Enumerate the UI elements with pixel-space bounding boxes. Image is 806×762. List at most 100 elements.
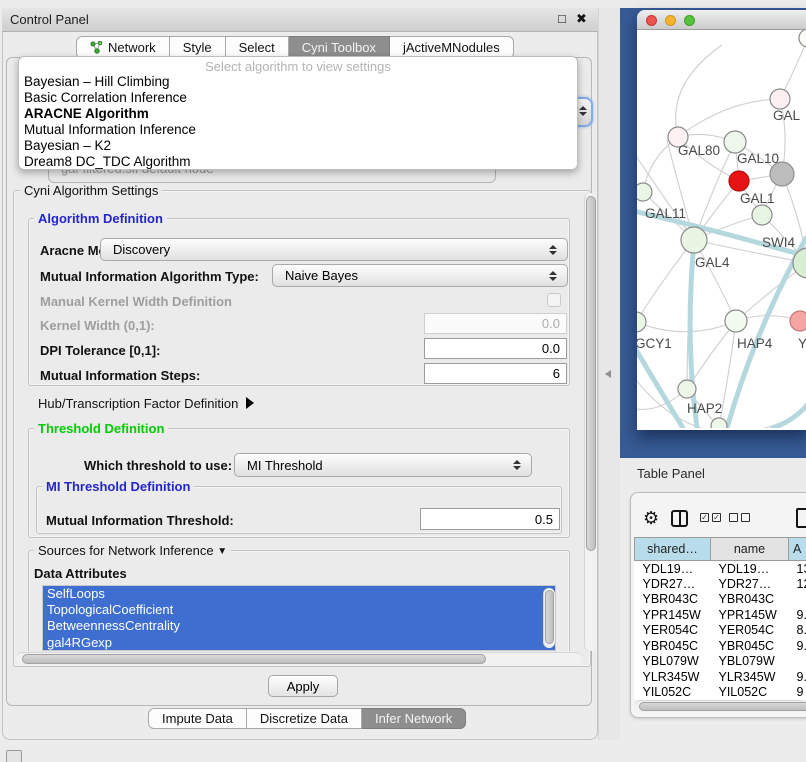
settings-vscroll-thumb[interactable] — [586, 196, 596, 551]
mi-type-value: Naive Bayes — [273, 268, 545, 283]
table-row[interactable]: YER054C YER054C 8. — [635, 623, 806, 639]
table-row[interactable]: YBR045C YBR045C 9. — [635, 638, 806, 654]
node-label: Y — [798, 336, 806, 351]
attribute-item[interactable]: gal4RGexp — [43, 635, 555, 651]
tab-discretize-data[interactable]: Discretize Data — [247, 708, 362, 729]
kernel-width-value: 0.0 — [542, 316, 560, 331]
node-label: HAP4 — [737, 336, 773, 351]
attributes-list-scrollbar[interactable] — [543, 588, 555, 648]
aracne-mode-combobox[interactable]: Discovery — [100, 238, 568, 261]
gear-icon[interactable]: ⚙ — [643, 508, 659, 528]
algorithm-option[interactable]: Bayesian – Hill Climbing — [19, 74, 577, 90]
algorithm-dropdown-popup: Select algorithm to view settings Bayesi… — [18, 56, 578, 170]
hub-definition-toggle[interactable]: Hub/Transcription Factor Definition — [38, 395, 254, 411]
cell: YBR043C — [635, 592, 711, 608]
node-gal11[interactable] — [637, 183, 652, 201]
float-window-icon[interactable]: □ — [558, 11, 566, 27]
algorithm-option[interactable]: Mutual Information Inference — [19, 122, 577, 138]
table-row[interactable]: YDL19… YDL19… 13 — [635, 561, 806, 577]
checked-box-icon: ✓ — [700, 513, 709, 522]
settings-hscroll-thumb[interactable] — [22, 654, 486, 664]
dpi-tolerance-field[interactable]: 0.0 — [424, 338, 567, 359]
close-window-icon[interactable]: ✖ — [576, 11, 587, 27]
network-canvas[interactable]: GAL GAL80 GAL10 GAL1 GAL11 SWI4 GAL4 GCY… — [637, 30, 806, 428]
attribute-item[interactable]: SelfLoops — [43, 586, 555, 602]
algorithm-option[interactable]: Bayesian – K2 — [19, 138, 577, 154]
network-window-titlebar[interactable] — [637, 10, 806, 30]
table-row[interactable]: YBL079W YBL079W — [635, 654, 806, 670]
cell: 8. — [789, 623, 806, 639]
settings-horizontal-scrollbar[interactable] — [16, 652, 582, 665]
sources-title-label: Sources for Network Inference — [38, 543, 214, 558]
tab-infer-network[interactable]: Infer Network — [362, 708, 466, 729]
table-row[interactable]: YLR345W YLR345W 9. — [635, 669, 806, 685]
mi-steps-value: 6 — [553, 366, 560, 381]
columns-icon[interactable] — [671, 510, 688, 527]
algorithm-popup-placeholder: Select algorithm to view settings — [19, 59, 577, 74]
attribute-item[interactable]: TopologicalCoefficient — [43, 602, 555, 618]
node-gal-partial[interactable] — [770, 89, 790, 109]
deselect-all-checks-icon[interactable] — [729, 513, 750, 522]
node-hap2[interactable] — [678, 380, 696, 398]
settings-vertical-scrollbar[interactable] — [584, 193, 597, 651]
minimize-traffic-light[interactable] — [665, 15, 676, 26]
table-row[interactable]: YPR145W YPR145W 9. — [635, 607, 806, 623]
close-traffic-light[interactable] — [646, 15, 657, 26]
aracne-mode-value: Discovery — [101, 242, 545, 257]
control-panel-title: Control Panel — [10, 12, 89, 27]
node[interactable] — [799, 30, 806, 47]
table-row[interactable]: YDR27… YDR27… 12 — [635, 576, 806, 592]
node-label: GAL10 — [737, 151, 779, 166]
which-threshold-combobox[interactable]: MI Threshold — [234, 453, 532, 477]
node-selected-red[interactable] — [729, 171, 749, 191]
manual-kernel-checkbox[interactable] — [547, 293, 561, 307]
which-threshold-label: Which threshold to use: — [84, 458, 232, 473]
algorithm-option-selected[interactable]: ARACNE Algorithm — [19, 106, 577, 122]
table-row[interactable]: YIL052C YIL052C 9 — [635, 685, 806, 701]
attribute-item[interactable]: BetweennessCentrality — [43, 618, 555, 634]
select-all-checks-icon[interactable]: ✓ ✓ — [700, 513, 721, 522]
table-row[interactable]: YBR043C YBR043C — [635, 592, 806, 608]
mi-type-combobox[interactable]: Naive Bayes — [272, 264, 568, 287]
cell: YDL19… — [635, 561, 711, 577]
node-swi4[interactable] — [752, 205, 772, 225]
manual-kernel-label: Manual Kernel Width Definition — [40, 294, 232, 309]
tab-discretize-data-label: Discretize Data — [260, 711, 348, 726]
column-header-partial[interactable]: A — [789, 538, 806, 561]
dpi-tolerance-label: DPI Tolerance [0,1]: — [40, 343, 160, 358]
node-label: GAL1 — [740, 191, 775, 206]
zoom-traffic-light[interactable] — [684, 15, 695, 26]
sources-group-title[interactable]: Sources for Network Inference ▼ — [34, 544, 231, 560]
table-header-row: shared… name A — [635, 538, 806, 561]
node-label: SWI4 — [762, 235, 795, 250]
cell: YBR045C — [711, 638, 789, 654]
hub-definition-label: Hub/Transcription Factor Definition — [38, 396, 238, 411]
combo-stepper-icon — [545, 245, 561, 255]
apply-button[interactable]: Apply — [268, 675, 338, 697]
algorithm-option[interactable]: Basic Correlation Inference — [19, 90, 577, 106]
mi-threshold-field[interactable]: 0.5 — [420, 508, 560, 530]
collapsed-panel-icon[interactable] — [6, 750, 22, 762]
node-gcy1[interactable] — [637, 312, 646, 332]
data-attributes-list: SelfLoops TopologicalCoefficient Between… — [42, 585, 556, 651]
node-salmon[interactable] — [790, 311, 806, 331]
export-table-icon[interactable] — [796, 508, 806, 528]
kernel-width-field[interactable]: 0.0 — [424, 313, 567, 334]
table-hscroll-thumb[interactable] — [639, 702, 806, 711]
divider-collapse-arrow[interactable] — [605, 370, 611, 378]
node-label: GAL — [773, 108, 801, 123]
table-horizontal-scrollbar[interactable] — [634, 700, 806, 712]
column-header-name[interactable]: name — [711, 538, 789, 561]
tab-network-label: Network — [108, 40, 156, 55]
node-gal10[interactable] — [724, 131, 746, 153]
attributes-scrollbar-thumb[interactable] — [545, 590, 554, 644]
node-bottom-partial[interactable] — [711, 418, 727, 428]
tab-infer-network-label: Infer Network — [375, 711, 452, 726]
column-header-shared-name[interactable]: shared… — [635, 538, 711, 561]
tab-impute-data[interactable]: Impute Data — [148, 708, 247, 729]
mi-steps-field[interactable]: 6 — [424, 363, 567, 384]
checked-box-icon: ✓ — [712, 513, 721, 522]
algorithm-option[interactable]: Dream8 DC_TDC Algorithm — [19, 154, 577, 170]
node-hap4[interactable] — [725, 310, 747, 332]
node-gal4[interactable] — [681, 227, 707, 253]
